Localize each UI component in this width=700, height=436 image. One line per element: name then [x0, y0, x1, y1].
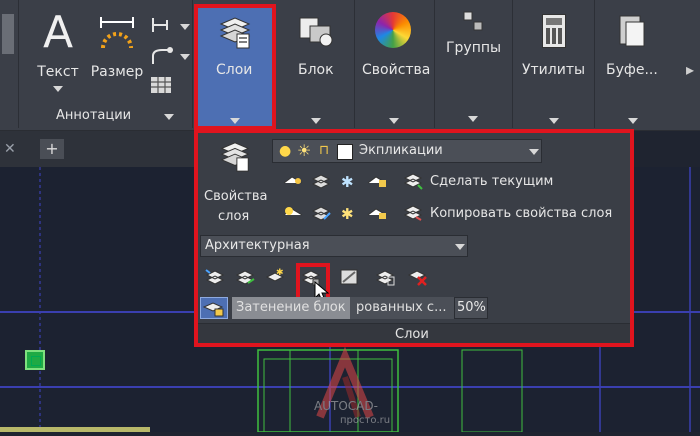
ribbon-group-edge [0, 0, 19, 128]
ribbon-group-properties: Свойства [354, 0, 435, 128]
groups-dropdown-arrow[interactable] [468, 116, 478, 122]
ribbon-group-utilities: Утилиты [512, 0, 595, 128]
ribbon-group-block: Блок [278, 0, 355, 128]
overflow-arrow-icon[interactable]: ▸ [686, 60, 694, 79]
clipboard-icon [618, 12, 646, 48]
close-tab-icon[interactable]: ✕ [4, 141, 16, 157]
dim-linear-icon[interactable] [150, 16, 174, 34]
document-tab-strip: ✕ + [0, 131, 196, 167]
dimension-icon [90, 10, 144, 56]
leader-icon[interactable] [150, 46, 174, 66]
annotations-panel-arrow[interactable] [164, 114, 174, 120]
color-wheel-icon [375, 12, 411, 48]
clip-dropdown-arrow[interactable] [628, 118, 638, 124]
utils-dropdown-arrow[interactable] [549, 118, 559, 124]
ribbon-group-clipboard: Буфе... ▸ [594, 0, 700, 128]
groups-icon [462, 10, 484, 32]
watermark-logo: AUTOCAD- просто.ru [300, 346, 410, 432]
block-icon [296, 14, 334, 48]
flyout-highlight [194, 129, 634, 347]
table-icon[interactable] [150, 76, 172, 94]
text-icon: A [42, 7, 74, 58]
ribbon-group-annotations: A Текст Размер Аннотации [18, 0, 193, 128]
grip-marker-icon[interactable] [25, 350, 45, 370]
dimension-button[interactable]: Размер [90, 10, 144, 94]
block-dropdown-arrow[interactable] [311, 118, 321, 124]
annotations-panel-title[interactable]: Аннотации [56, 108, 131, 123]
dim-linear-arrow[interactable] [180, 24, 190, 30]
text-button[interactable]: A Текст [28, 10, 88, 94]
text-dropdown-arrow[interactable] [53, 86, 63, 92]
ribbon-group-groups: Группы [434, 0, 513, 128]
leader-arrow[interactable] [180, 54, 190, 60]
layers-highlight [194, 4, 276, 130]
props-dropdown-arrow[interactable] [389, 118, 399, 124]
edge-icon [2, 14, 14, 54]
calculator-icon [542, 14, 566, 48]
ribbon: A Текст Размер Аннотации Слои Блок Свойс… [0, 0, 700, 131]
new-tab-button[interactable]: + [40, 139, 64, 159]
